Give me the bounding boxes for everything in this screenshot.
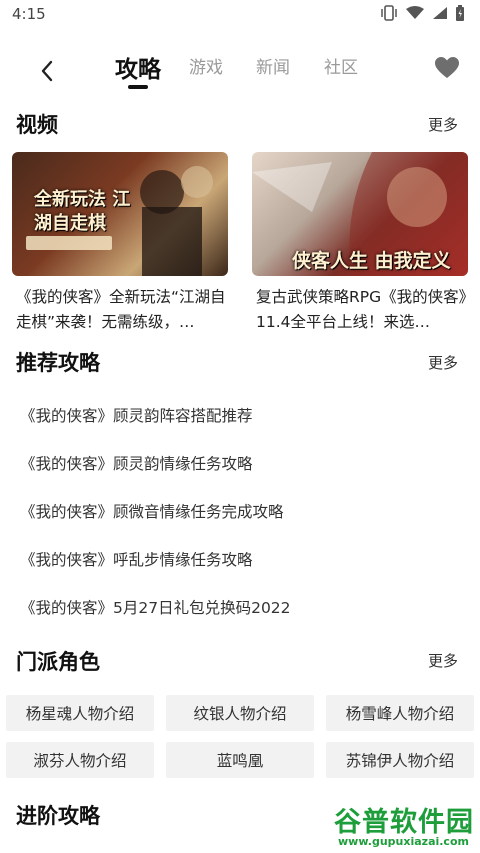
roles-section-title: 门派角色 — [16, 650, 100, 674]
guides-section-title: 推荐攻略 — [16, 351, 100, 375]
roles-more-link[interactable]: 更多 — [428, 650, 458, 671]
status-bar: 4:15 — [0, 0, 480, 28]
heart-icon — [435, 57, 459, 78]
video-thumbnail[interactable]: 侠客人生 由我定义 — [252, 152, 468, 276]
guides-more-link[interactable]: 更多 — [428, 352, 458, 373]
tab-games[interactable]: 游戏 — [189, 53, 223, 78]
guide-list-item[interactable]: 《我的侠客》呼乱步情缘任务攻略 — [20, 548, 253, 570]
video-thumb-text: 全新玩法 江湖自走棋 — [34, 189, 131, 234]
tab-guides[interactable]: 攻略 — [115, 50, 161, 84]
video-thumb-text: 侠客人生 由我定义 — [292, 250, 451, 272]
chevron-left-icon — [41, 60, 53, 82]
advanced-section-title: 进阶攻略 — [16, 804, 100, 828]
video-more-link[interactable]: 更多 — [428, 114, 458, 135]
status-time: 4:15 — [12, 5, 46, 23]
wifi-icon — [406, 6, 424, 19]
watermark-url: www.gupuxiazai.com — [338, 835, 469, 848]
guide-list-item[interactable]: 《我的侠客》顾微音情缘任务完成攻略 — [20, 500, 284, 522]
favorite-button[interactable] — [434, 56, 460, 82]
role-chip[interactable]: 苏锦伊人物介绍 — [326, 742, 474, 778]
video-card[interactable]: 全新玩法 江湖自走棋 《我的侠客》全新玩法“江湖自走棋”来袭！无需练级，… — [12, 152, 228, 337]
tab-community[interactable]: 社区 — [324, 53, 358, 78]
signal-icon — [433, 7, 447, 19]
vibrate-icon — [381, 5, 397, 21]
guide-list-item[interactable]: 《我的侠客》顾灵韵情缘任务攻略 — [20, 452, 253, 474]
role-chip[interactable]: 蓝鸣凰 — [166, 742, 314, 778]
top-navigation: 攻略 游戏 新闻 社区 — [0, 44, 480, 94]
guide-list-item[interactable]: 《我的侠客》5月27日礼包兑换码2022 — [20, 596, 291, 618]
role-chip[interactable]: 杨雪峰人物介绍 — [326, 695, 474, 731]
video-caption[interactable]: 复古武侠策略RPG《我的侠客》11.4全平台上线！来选… — [252, 285, 468, 337]
role-chip[interactable]: 淑芬人物介绍 — [6, 742, 154, 778]
tab-news[interactable]: 新闻 — [256, 53, 290, 78]
battery-icon — [456, 5, 464, 21]
guide-list-item[interactable]: 《我的侠客》顾灵韵阵容搭配推荐 — [20, 404, 253, 426]
video-card[interactable]: 侠客人生 由我定义 复古武侠策略RPG《我的侠客》11.4全平台上线！来选… — [252, 152, 468, 337]
site-watermark: 谷普软件园 www.gupuxiazai.com — [334, 800, 474, 852]
video-caption[interactable]: 《我的侠客》全新玩法“江湖自走棋”来袭！无需练级，… — [12, 285, 228, 337]
watermark-title: 谷普软件园 — [334, 807, 474, 838]
back-button[interactable] — [30, 54, 64, 88]
role-chip[interactable]: 纹银人物介绍 — [166, 695, 314, 731]
video-section-title: 视频 — [16, 113, 58, 137]
status-icons — [380, 5, 466, 21]
video-thumbnail[interactable]: 全新玩法 江湖自走棋 — [12, 152, 228, 276]
active-tab-indicator — [128, 85, 148, 89]
role-chip[interactable]: 杨星魂人物介绍 — [6, 695, 154, 731]
